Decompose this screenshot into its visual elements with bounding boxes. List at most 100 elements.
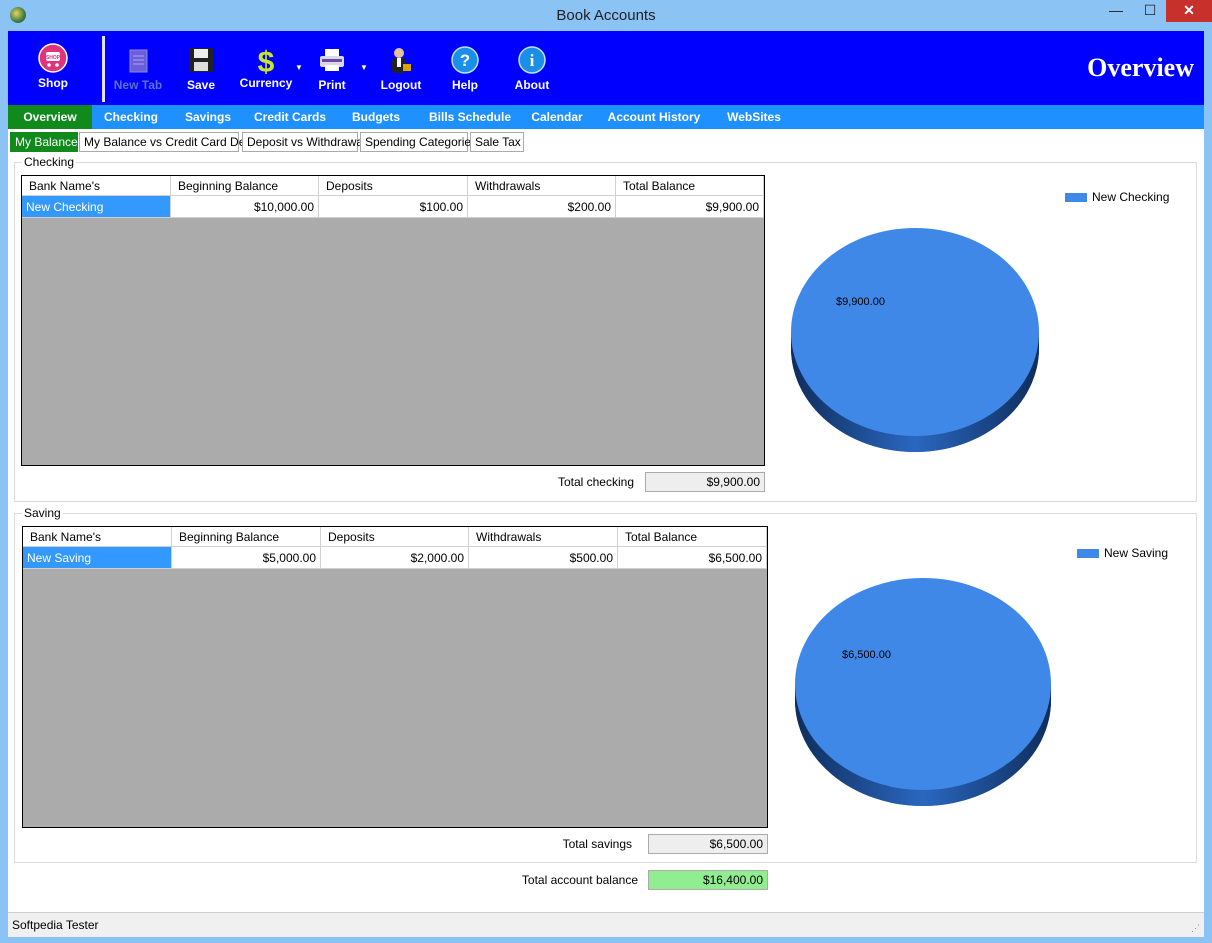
currency-dropdown-icon[interactable]: ▼ [295, 63, 303, 72]
nav-overview[interactable]: Overview [8, 105, 92, 129]
table-cell[interactable]: $6,500.00 [618, 547, 767, 569]
legend-label: New Saving [1104, 546, 1169, 560]
help-icon: ? [451, 46, 479, 74]
pie-slice-new-checking[interactable] [791, 228, 1039, 436]
info-icon: i [518, 46, 546, 74]
print-label: Print [318, 78, 346, 92]
column-header[interactable]: Beginning Balance [171, 176, 319, 196]
column-header[interactable]: Deposits [319, 176, 468, 196]
table-cell[interactable]: $5,000.00 [172, 547, 321, 569]
nav-checking[interactable]: Checking [98, 105, 164, 129]
new-tab-button[interactable]: New Tab [110, 31, 166, 105]
nav-budgets[interactable]: Budgets [344, 105, 408, 129]
logout-button[interactable]: Logout [378, 31, 424, 105]
table-cell[interactable]: $10,000.00 [171, 196, 319, 218]
shop-button[interactable]: SHOP Shop [28, 31, 78, 105]
about-label: About [514, 78, 550, 92]
subtab-balance-vs-debt[interactable]: My Balance vs Credit Card Debt [79, 132, 255, 152]
subtab-sale-tax[interactable]: Sale Tax [470, 132, 524, 152]
shop-label: Shop [38, 76, 68, 90]
nav-websites[interactable]: WebSites [718, 105, 790, 129]
nav-bills-schedule[interactable]: Bills Schedule [420, 105, 520, 129]
print-dropdown-icon[interactable]: ▼ [360, 63, 368, 72]
printer-icon [320, 49, 344, 71]
column-header[interactable]: Withdrawals [468, 176, 616, 196]
total-account-balance-value: $16,400.00 [648, 870, 768, 890]
checking-pie-chart: $9,900.00 [791, 228, 1039, 452]
table-cell[interactable]: $500.00 [469, 547, 618, 569]
toolbar: SHOP Shop New Tab Save $ Currency ▼ Prin… [8, 31, 1204, 105]
column-header[interactable]: Total Balance [618, 527, 767, 547]
checking-grid[interactable]: Bank Name's Beginning Balance Deposits W… [21, 175, 765, 466]
about-button[interactable]: i About [510, 31, 554, 105]
total-checking-label: Total checking [557, 475, 634, 489]
pie-value-label: $6,500.00 [842, 649, 891, 661]
column-header[interactable]: Bank Name's [23, 527, 172, 547]
resize-grip-icon[interactable]: ⋰ [1191, 923, 1200, 934]
svg-text:SHOP: SHOP [46, 55, 61, 61]
window-title: Book Accounts [556, 7, 656, 24]
saving-pie-chart: $6,500.00 [795, 578, 1051, 806]
saving-grid-header: Bank Name's Beginning Balance Deposits W… [23, 527, 767, 547]
status-user: Softpedia Tester [12, 918, 99, 932]
subtab-deposit-vs-withdrawal[interactable]: Deposit vs Withdrawal [242, 132, 366, 152]
saving-grid[interactable]: Bank Name's Beginning Balance Deposits W… [22, 526, 768, 828]
title-bar: Book Accounts — ☐ ✕ [0, 0, 1212, 31]
toolbar-separator [102, 36, 105, 102]
pie-value-label: $9,900.00 [836, 296, 885, 308]
checking-legend: New Checking [1065, 190, 1169, 204]
checking-group-label: Checking [22, 155, 77, 169]
minimize-button[interactable]: — [1100, 0, 1132, 22]
nav-account-history[interactable]: Account History [602, 105, 706, 129]
save-label: Save [186, 78, 216, 92]
main-nav: Overview Checking Savings Credit Cards B… [8, 105, 1204, 129]
logout-label: Logout [380, 78, 422, 92]
nav-savings[interactable]: Savings [178, 105, 238, 129]
currency-button[interactable]: $ Currency [236, 31, 296, 105]
column-header[interactable]: Withdrawals [469, 527, 618, 547]
shop-icon: SHOP [38, 43, 68, 73]
total-checking-value: $9,900.00 [645, 472, 765, 492]
svg-text:i: i [530, 51, 535, 70]
section-title: Overview [1087, 53, 1194, 82]
total-savings-value: $6,500.00 [648, 834, 768, 854]
svg-text:?: ? [460, 51, 470, 70]
subtab-spending-categories[interactable]: Spending Categories [360, 132, 477, 152]
saving-legend: New Saving [1077, 546, 1168, 560]
total-account-balance-label: Total account balance [521, 873, 638, 887]
legend-swatch [1065, 193, 1087, 203]
nav-credit-cards[interactable]: Credit Cards [248, 105, 332, 129]
maximize-button[interactable]: ☐ [1134, 0, 1166, 22]
column-header[interactable]: Beginning Balance [172, 527, 321, 547]
user-lock-icon [392, 48, 411, 73]
checking-grid-header: Bank Name's Beginning Balance Deposits W… [22, 176, 764, 196]
floppy-disk-icon [189, 48, 213, 72]
help-label: Help [451, 78, 478, 92]
total-savings-label: Total savings [562, 837, 632, 851]
nav-calendar[interactable]: Calendar [524, 105, 590, 129]
help-button[interactable]: ? Help [444, 31, 486, 105]
save-button[interactable]: Save [180, 31, 222, 105]
content-area: My Balance My Balance vs Credit Card Deb… [8, 129, 1204, 912]
legend-swatch [1077, 549, 1099, 559]
column-header[interactable]: Deposits [321, 527, 469, 547]
new-tab-icon [129, 49, 148, 73]
saving-group-label: Saving [22, 506, 63, 520]
column-header[interactable]: Total Balance [616, 176, 764, 196]
close-button[interactable]: ✕ [1166, 0, 1212, 22]
table-cell-bank-name[interactable]: New Checking [22, 196, 171, 218]
column-header[interactable]: Bank Name's [22, 176, 171, 196]
table-cell-bank-name[interactable]: New Saving [23, 547, 172, 569]
table-cell[interactable]: $100.00 [319, 196, 468, 218]
table-cell[interactable]: $9,900.00 [616, 196, 764, 218]
svg-text:$: $ [258, 46, 275, 75]
table-cell[interactable]: $200.00 [468, 196, 616, 218]
subtab-my-balance[interactable]: My Balance [10, 132, 78, 152]
pie-slice-new-saving[interactable] [795, 578, 1051, 790]
new-tab-label: New Tab [113, 78, 163, 92]
legend-label: New Checking [1092, 190, 1170, 204]
currency-label: Currency [239, 76, 293, 90]
table-cell[interactable]: $2,000.00 [321, 547, 469, 569]
status-bar: Softpedia Tester ⋰ [8, 912, 1204, 937]
print-button[interactable]: Print [310, 31, 354, 105]
